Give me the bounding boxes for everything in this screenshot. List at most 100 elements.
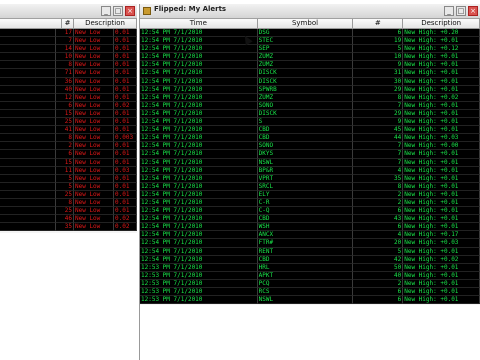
minimize-button[interactable]: _ — [101, 6, 111, 16]
table-row[interactable]: 14 New Low 0.01 — [0, 45, 137, 54]
table-row[interactable]: 12:54 PM 7/1/2010 ZUMZ 10 New High: +0.01 — [140, 53, 480, 62]
table-cell: NSWL — [257, 158, 354, 167]
table-row[interactable]: 12:54 PM 7/1/2010 S 9 New High: +0.01 — [140, 118, 480, 127]
table-row[interactable]: 12 New Low 0.01 — [0, 93, 137, 102]
table-row[interactable]: 40 New Low 0.01 — [0, 85, 137, 94]
table-row[interactable]: 12:54 PM 7/1/2010 CBD 43 New High: +0.01 — [140, 215, 480, 224]
table-cell: 6 — [353, 288, 404, 297]
table-cell: New High: +0.00 — [403, 142, 480, 151]
table-cell: 0.01 — [114, 29, 137, 38]
minimize-button[interactable]: _ — [444, 6, 454, 16]
table-cell: DKYS — [257, 150, 354, 159]
table-row[interactable]: 25 New Low 0.01 — [0, 118, 137, 127]
table-cell: 29 — [353, 85, 404, 94]
table-row[interactable]: 6 New Low 0.02 — [0, 101, 137, 110]
left-window-titlebar[interactable]: _ □ × — [0, 4, 137, 19]
table-cell: New High: +0.01 — [403, 198, 480, 208]
maximize-button[interactable]: □ — [456, 6, 466, 16]
table-cell: New High: +0.17 — [403, 231, 480, 240]
table-row[interactable]: 6 New Low 0.01 — [0, 150, 137, 159]
table-cell: New Low — [74, 109, 114, 119]
table-row[interactable]: 8 New Low 0.01 — [0, 198, 137, 208]
table-row[interactable]: 12:53 PM 7/1/2010 RCS 6 New High: +0.01 — [140, 288, 480, 297]
table-cell: 0.01 — [114, 198, 137, 208]
table-row[interactable]: 12:53 PM 7/1/2010 APKT 40 New High: +0.01 — [140, 271, 480, 280]
table-row[interactable]: 12:53 PM 7/1/2010 NSWL 6 New High: +0.01 — [140, 296, 480, 305]
table-cell: 5 — [353, 247, 404, 256]
table-row[interactable]: 12:54 PM 7/1/2010 SONO 7 New High: +0.00 — [140, 142, 480, 151]
table-cell: CBD — [257, 134, 354, 143]
table-cell: New High: +0.01 — [403, 207, 480, 216]
table-row[interactable]: 12:54 PM 7/1/2010 BP&R 4 New High: +0.01 — [140, 166, 480, 175]
table-cell: C-R — [257, 198, 354, 208]
table-row[interactable]: 12:54 PM 7/1/2010 SPWRB 29 New High: +0.01 — [140, 85, 480, 94]
table-row[interactable]: 25 New Low 0.01 — [0, 207, 137, 216]
table-row[interactable]: 41 New Low 0.01 — [0, 126, 137, 135]
table-row[interactable]: 11 New Low 0.03 — [0, 166, 137, 175]
table-cell: 2 — [353, 279, 404, 288]
table-cell: 8 — [353, 182, 404, 191]
table-cell — [0, 190, 56, 199]
right-window-titlebar[interactable]: Flipped: My Alerts _ □ × — [140, 4, 480, 19]
table-cell: New High: +0.01 — [403, 53, 480, 62]
table-cell: New High: +0.01 — [403, 279, 480, 288]
table-row[interactable]: 71 New Low 0.01 — [0, 69, 137, 78]
column-header-name[interactable] — [0, 19, 62, 29]
table-row[interactable]: 8 New Low 0.003 — [0, 134, 137, 143]
column-header-count[interactable]: # — [353, 19, 404, 29]
table-row[interactable]: 12:54 PM 7/1/2010 DISCK 30 New High: +0.01 — [140, 77, 480, 86]
table-row[interactable]: 12:53 PM 7/1/2010 HRL 50 New High: +0.01 — [140, 263, 480, 272]
table-cell: 14 — [56, 45, 74, 54]
table-row[interactable]: 25 New Low 0.01 — [0, 190, 137, 199]
close-button[interactable]: × — [125, 6, 135, 16]
table-cell: New High: +0.01 — [403, 288, 480, 297]
table-row[interactable]: 12:54 PM 7/1/2010 NSWL 7 New High: +0.01 — [140, 158, 480, 167]
column-header-description[interactable]: Description — [74, 19, 137, 29]
column-header-symbol[interactable]: Symbol — [257, 19, 354, 29]
table-row[interactable]: 17 New Low 0.01 — [0, 29, 137, 38]
table-row[interactable]: 12:54 PM 7/1/2010 ANCX 4 New High: +0.17 — [140, 231, 480, 240]
table-row[interactable]: 15 New Low 0.01 — [0, 109, 137, 119]
table-row[interactable]: 10 New Low 0.01 — [0, 53, 137, 62]
table-row[interactable]: 12:54 PM 7/1/2010 DISCK 29 New High: +0.01 — [140, 109, 480, 119]
table-row[interactable]: 12:54 PM 7/1/2010 CBD 44 New High: +0.03 — [140, 134, 480, 143]
table-row[interactable]: 12:54 PM 7/1/2010 C-R 2 New High: +0.01 — [140, 198, 480, 208]
table-row[interactable]: 12:54 PM 7/1/2010 FTR# 20 New High: +0.03 — [140, 239, 480, 248]
left-table-header: # Description — [0, 19, 137, 29]
table-row[interactable]: 12:54 PM 7/1/2010 C-Q 6 New High: +0.01 — [140, 207, 480, 216]
table-row[interactable]: 36 New Low 0.01 — [0, 77, 137, 86]
table-row[interactable]: 12:54 PM 7/1/2010 WSH 6 New High: +0.01 — [140, 223, 480, 232]
table-row[interactable]: 12:54 PM 7/1/2010 CBD 45 New High: +0.01 — [140, 126, 480, 135]
column-header-description[interactable]: Description — [403, 19, 480, 29]
table-cell: CBD — [257, 126, 354, 135]
table-row[interactable]: 2 New Low 0.01 — [0, 142, 137, 151]
table-row[interactable]: 46 New Low 0.02 — [0, 215, 137, 224]
table-row[interactable]: 12:54 PM 7/1/2010 RENT 5 New High: +0.01 — [140, 247, 480, 256]
table-row[interactable]: 35 New Low 0.02 — [0, 223, 137, 232]
table-row[interactable]: 12:53 PM 7/1/2010 PCQ 2 New High: +0.01 — [140, 279, 480, 288]
column-header-time[interactable]: Time — [140, 19, 258, 29]
table-row[interactable]: 12:54 PM 7/1/2010 CBD 42 New High: +0.02 — [140, 255, 480, 264]
table-cell: SONO — [257, 142, 354, 151]
table-row[interactable]: 12:54 PM 7/1/2010 SONO 7 New High: +0.01 — [140, 101, 480, 110]
table-row[interactable]: 7 New Low 0.01 — [0, 37, 137, 46]
table-cell: 25 — [56, 190, 74, 199]
table-row[interactable]: 12:54 PM 7/1/2010 DKYS 7 New High: +0.01 — [140, 150, 480, 159]
table-row[interactable]: 12:54 PM 7/1/2010 STEC 19 New High: +0.01 — [140, 37, 480, 46]
maximize-button[interactable]: □ — [113, 6, 123, 16]
table-row[interactable]: 12:54 PM 7/1/2010 DISCK 31 New High: +0.01 — [140, 69, 480, 78]
table-row[interactable]: 12:54 PM 7/1/2010 ELY 2 New High: +0.01 — [140, 190, 480, 199]
column-header-count[interactable]: # — [62, 19, 74, 29]
table-cell: DISCK — [257, 109, 354, 119]
table-row[interactable]: 12:54 PM 7/1/2010 DSG 6 New High: +0.20 — [140, 29, 480, 38]
table-row[interactable]: 15 New Low 0.01 — [0, 158, 137, 167]
table-row[interactable]: 5 New Low 0.01 — [0, 182, 137, 191]
table-row[interactable]: 12:54 PM 7/1/2010 SRCL 8 New High: +0.01 — [140, 182, 480, 191]
table-row[interactable]: 12:54 PM 7/1/2010 VPRT 35 New High: +0.01 — [140, 174, 480, 183]
close-button[interactable]: × — [468, 6, 478, 16]
table-row[interactable]: 12:54 PM 7/1/2010 ZUMZ 9 New High: +0.01 — [140, 61, 480, 70]
table-row[interactable]: 12:54 PM 7/1/2010 ZUMZ 8 New High: +0.02 — [140, 93, 480, 102]
table-row[interactable]: 5 New Low 0.01 — [0, 174, 137, 183]
table-row[interactable]: 12:54 PM 7/1/2010 SEP 5 New High: +0.12 — [140, 45, 480, 54]
table-row[interactable]: 8 New Low 0.01 — [0, 61, 137, 70]
